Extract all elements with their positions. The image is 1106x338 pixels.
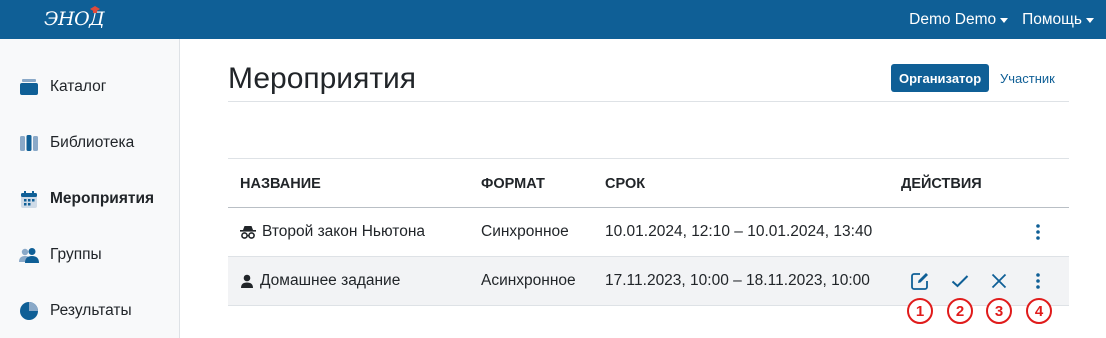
calendar-icon [19,189,39,209]
title-divider [228,101,1069,102]
confirm-button[interactable] [948,269,972,293]
person-icon [241,274,253,288]
column-header-name: НАЗВАНИЕ [240,176,321,192]
vertical-dots-icon [1036,224,1040,240]
event-name: Второй закон Ньютона [262,223,426,240]
logo[interactable]: ЭНОД [44,6,105,31]
event-format: Синхронное [481,223,569,240]
event-name-cell[interactable]: Домашнее задание [240,272,400,290]
annotation-marker-2: 2 [947,298,973,324]
page-title: Мероприятия [228,62,417,95]
close-icon [991,273,1007,289]
sidebar-item-results[interactable]: Результаты [19,299,132,323]
sidebar-item-events[interactable]: Мероприятия [19,187,154,211]
sidebar: Каталог Библиотека Мероприятия Группы Ре… [0,39,180,338]
vertical-dots-icon [1036,273,1040,289]
caret-down-icon [1000,18,1009,23]
sidebar-item-label: Мероприятия [50,190,155,207]
top-navbar: ЭНОД Demo Demo Помощь [0,0,1106,39]
pie-chart-icon [19,301,39,321]
more-actions-button[interactable] [1026,269,1050,293]
help-menu-label: Помощь [1022,10,1082,28]
incognito-icon [240,226,256,239]
annotation-marker-4: 4 [1026,298,1052,324]
sidebar-item-label: Группы [50,246,102,263]
edit-button[interactable] [908,269,932,293]
sidebar-item-label: Каталог [50,78,107,95]
table-header: НАЗВАНИЕ ФОРМАТ СРОК ДЕЙСТВИЯ [228,158,1069,208]
caret-down-icon [1086,18,1094,23]
table-row[interactable]: Домашнее задание Асинхронное 17.11.2023,… [228,257,1069,306]
events-table: НАЗВАНИЕ ФОРМАТ СРОК ДЕЙСТВИЯ Второй зак… [228,158,1069,306]
users-icon [19,245,39,265]
column-header-period: СРОК [605,176,646,192]
sidebar-item-groups[interactable]: Группы [19,243,102,267]
annotation-marker-3: 3 [986,298,1012,324]
participant-tab-button[interactable]: Участник [993,64,1062,92]
event-name-cell[interactable]: Второй закон Ньютона [240,223,425,241]
organizer-tab-button[interactable]: Организатор [891,64,990,92]
event-period: 10.01.2024, 12:10 – 10.01.2024, 13:40 [605,223,873,240]
event-period: 17.11.2023, 10:00 – 18.11.2023, 10:00 [605,272,870,289]
event-name: Домашнее задание [260,272,401,289]
sidebar-item-library[interactable]: Библиотека [19,131,134,155]
check-icon [951,275,969,288]
library-icon [19,133,39,153]
annotation-marker-1: 1 [907,298,933,324]
column-header-actions: ДЕЙСТВИЯ [901,176,982,192]
delete-button[interactable] [987,269,1011,293]
table-row[interactable]: Второй закон Ньютона Синхронное 10.01.20… [228,208,1069,257]
help-menu[interactable]: Помощь [1022,11,1094,29]
graduation-hat-icon [90,6,100,13]
sidebar-item-catalog[interactable]: Каталог [19,75,106,99]
user-menu[interactable]: Demo Demo [909,10,1009,29]
edit-icon [911,273,928,290]
more-actions-button[interactable] [1026,220,1050,244]
sidebar-item-label: Библиотека [50,134,135,151]
column-header-format: ФОРМАТ [481,176,545,192]
catalog-icon [19,77,39,97]
event-format: Асинхронное [481,272,576,289]
user-menu-label: Demo Demo [909,10,997,28]
sidebar-item-label: Результаты [50,302,132,319]
